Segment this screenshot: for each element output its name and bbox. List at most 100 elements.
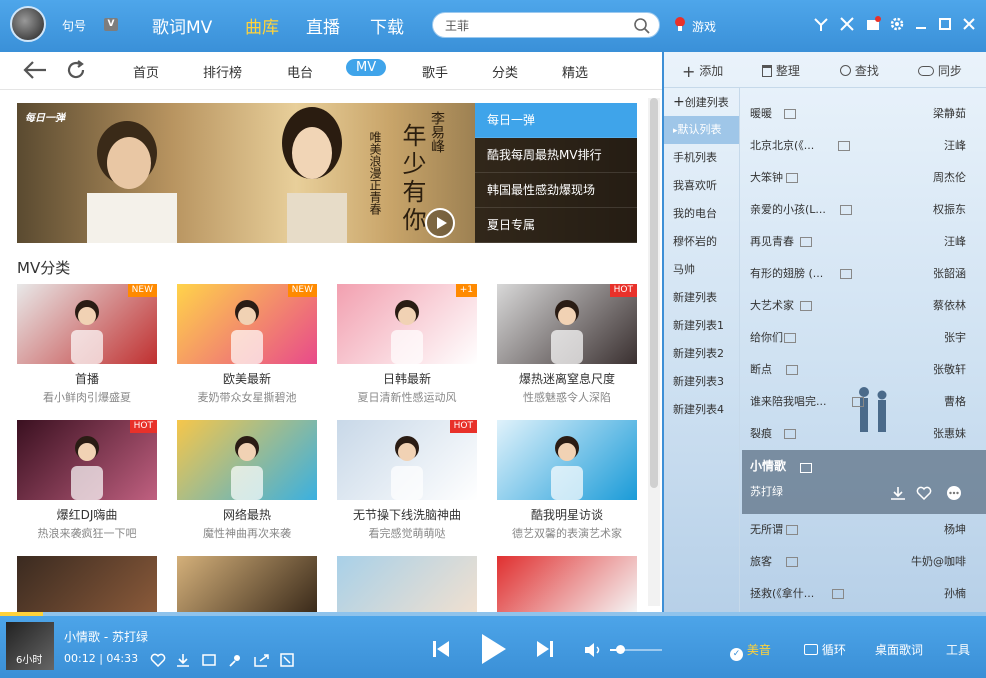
maximize-icon[interactable] xyxy=(936,15,954,33)
download-icon[interactable] xyxy=(176,653,190,667)
mv-icon[interactable] xyxy=(832,589,844,599)
now-playing-title[interactable]: 小情歌 - 苏打绿 xyxy=(64,628,148,645)
skin-icon[interactable] xyxy=(812,15,830,33)
mv-banner[interactable]: 每日一弹 唯美浪漫正青春 年少有你 李易峰 每日一弹 酷我每周最热MV排行 韩国… xyxy=(17,103,637,243)
mv-thumbnail[interactable] xyxy=(177,420,317,500)
mv-thumbnail[interactable]: HOT xyxy=(497,284,637,364)
mic-icon[interactable] xyxy=(228,653,242,667)
sync-button[interactable]: 同步 xyxy=(918,62,962,79)
song-row-current[interactable]: 小情歌 苏打绿 xyxy=(742,450,986,514)
nav-library[interactable]: 曲库 xyxy=(245,13,279,38)
tab-mv[interactable]: MV xyxy=(346,59,387,76)
mv-thumbnail[interactable] xyxy=(337,556,477,612)
tab-charts[interactable]: 排行榜 xyxy=(203,62,242,81)
playlist-item[interactable]: 新建列表2 xyxy=(664,340,739,368)
mv-icon[interactable] xyxy=(800,301,812,311)
mv-icon[interactable] xyxy=(786,173,798,183)
song-row[interactable]: 无所谓 杨坤 xyxy=(742,514,986,546)
song-row[interactable]: 断点 张敬轩 xyxy=(742,354,986,386)
song-row[interactable]: 拯救(《拿什... 孙楠 xyxy=(742,578,986,610)
mv-card[interactable]: +1 日韩最新 夏日清新性感运动风 xyxy=(337,284,477,405)
close-icon[interactable] xyxy=(960,15,978,33)
song-row[interactable]: 大笨钟 周杰伦 xyxy=(742,162,986,194)
back-arrow-icon[interactable] xyxy=(22,59,48,81)
lyrics-icon[interactable] xyxy=(280,653,294,667)
play-icon[interactable] xyxy=(478,632,508,666)
banner-item[interactable]: 夏日专属 xyxy=(475,208,637,243)
playlist-item[interactable]: 我的电台 xyxy=(664,200,739,228)
next-track-icon[interactable] xyxy=(534,638,556,660)
mv-card[interactable]: NEW 首播 看小鲜肉引爆盛夏 xyxy=(17,284,157,405)
mv-card[interactable]: 网络最热 魔性神曲再次来袭 xyxy=(177,420,317,541)
mv-thumbnail[interactable]: HOT xyxy=(17,420,157,500)
tab-artists[interactable]: 歌手 xyxy=(422,62,448,81)
message-icon[interactable] xyxy=(864,15,882,33)
playlist-item[interactable]: 新建列表1 xyxy=(664,312,739,340)
mv-icon[interactable] xyxy=(786,557,798,567)
mv-thumbnail[interactable] xyxy=(497,420,637,500)
mv-thumbnail[interactable] xyxy=(17,556,157,612)
song-row[interactable]: 裂痕 张惠妹 xyxy=(742,418,986,450)
tools-button[interactable]: 工具 xyxy=(946,641,970,658)
mv-card[interactable]: NEW 欧美最新 麦奶带众女星撕碧池 xyxy=(177,284,317,405)
playlist-item[interactable]: 新建列表4 xyxy=(664,396,739,424)
mv-thumbnail[interactable] xyxy=(497,556,637,612)
mv-card[interactable]: 酷我明星访谈 德艺双馨的表演艺术家 xyxy=(497,420,637,541)
song-row[interactable]: 北京北京(《... 汪峰 xyxy=(742,130,986,162)
mini-mode-icon[interactable] xyxy=(838,15,856,33)
avatar[interactable] xyxy=(10,6,46,42)
tab-home[interactable]: 首页 xyxy=(133,62,159,81)
tab-radio[interactable]: 电台 xyxy=(287,62,313,81)
mv-card[interactable]: HOT 爆热迷离窒息尺度 性感魅惑令人深陷 xyxy=(497,284,637,405)
mv-thumbnail[interactable]: NEW xyxy=(17,284,157,364)
song-row[interactable]: 亲爱的小孩(L... 权振东 xyxy=(742,194,986,226)
loop-mode-button[interactable]: 循环 xyxy=(804,641,846,658)
settings-gear-icon[interactable] xyxy=(888,15,906,33)
song-row[interactable]: 再见青春 汪峰 xyxy=(742,226,986,258)
search-input[interactable] xyxy=(445,18,625,32)
previous-track-icon[interactable] xyxy=(430,638,452,660)
banner-item[interactable]: 每日一弹 xyxy=(475,103,637,138)
nav-lyrics-mv[interactable]: 歌词MV xyxy=(152,13,212,38)
song-row[interactable]: 旅客 牛奶@咖啡 xyxy=(742,546,986,578)
volume-slider[interactable] xyxy=(610,645,662,654)
mv-card-title[interactable]: 爆热迷离窒息尺度 xyxy=(497,370,637,387)
song-row[interactable]: 给你们 张宇 xyxy=(742,322,986,354)
banner-item[interactable]: 酷我每周最热MV排行 xyxy=(475,138,637,173)
playlist-item[interactable]: 穆怀岩的 xyxy=(664,228,739,256)
album-art[interactable]: 6小时 xyxy=(6,622,54,670)
mv-icon[interactable] xyxy=(784,109,796,119)
game-label[interactable]: 游戏 xyxy=(692,18,716,35)
song-row[interactable]: 大艺术家 蔡依林 xyxy=(742,290,986,322)
search-box[interactable] xyxy=(432,12,660,38)
mv-icon[interactable] xyxy=(800,237,812,247)
organize-button[interactable]: 整理 xyxy=(762,62,800,79)
mv-thumbnail[interactable]: +1 xyxy=(337,284,477,364)
share-icon[interactable] xyxy=(254,653,270,667)
mv-card-title[interactable]: 无节操下线洗脑神曲 xyxy=(337,506,477,523)
mv-card-title[interactable]: 日韩最新 xyxy=(337,370,477,387)
search-icon[interactable] xyxy=(633,17,651,35)
mv-card-title[interactable]: 网络最热 xyxy=(177,506,317,523)
mv-card-title[interactable]: 首播 xyxy=(17,370,157,387)
mv-icon[interactable] xyxy=(852,397,864,407)
heart-icon[interactable] xyxy=(916,486,932,500)
mv-card-title[interactable]: 酷我明星访谈 xyxy=(497,506,637,523)
game-icon[interactable] xyxy=(672,16,688,32)
scrollbar-thumb[interactable] xyxy=(650,98,658,488)
create-playlist-button[interactable]: +创建列表 xyxy=(664,88,739,116)
playlist-item[interactable]: 新建列表3 xyxy=(664,368,739,396)
playlist-item[interactable]: 我喜欢听 xyxy=(664,172,739,200)
mv-icon[interactable] xyxy=(784,429,796,439)
mv-thumbnail[interactable]: NEW xyxy=(177,284,317,364)
mv-card[interactable]: HOT 无节操下线洗脑神曲 看完感觉萌萌哒 xyxy=(337,420,477,541)
mv-icon[interactable] xyxy=(838,141,850,151)
username[interactable]: 句号 xyxy=(62,17,86,34)
mv-icon[interactable] xyxy=(840,269,852,279)
mv-card[interactable]: HOT 爆红DJ嗨曲 热浪来袭疯狂一下吧 xyxy=(17,420,157,541)
progress-bar[interactable] xyxy=(0,612,986,616)
song-row[interactable]: 有形的翅膀 (... 张韶涵 xyxy=(742,258,986,290)
minimize-icon[interactable] xyxy=(912,15,930,33)
nav-download[interactable]: 下载 xyxy=(370,13,404,38)
find-button[interactable]: 查找 xyxy=(840,62,879,79)
